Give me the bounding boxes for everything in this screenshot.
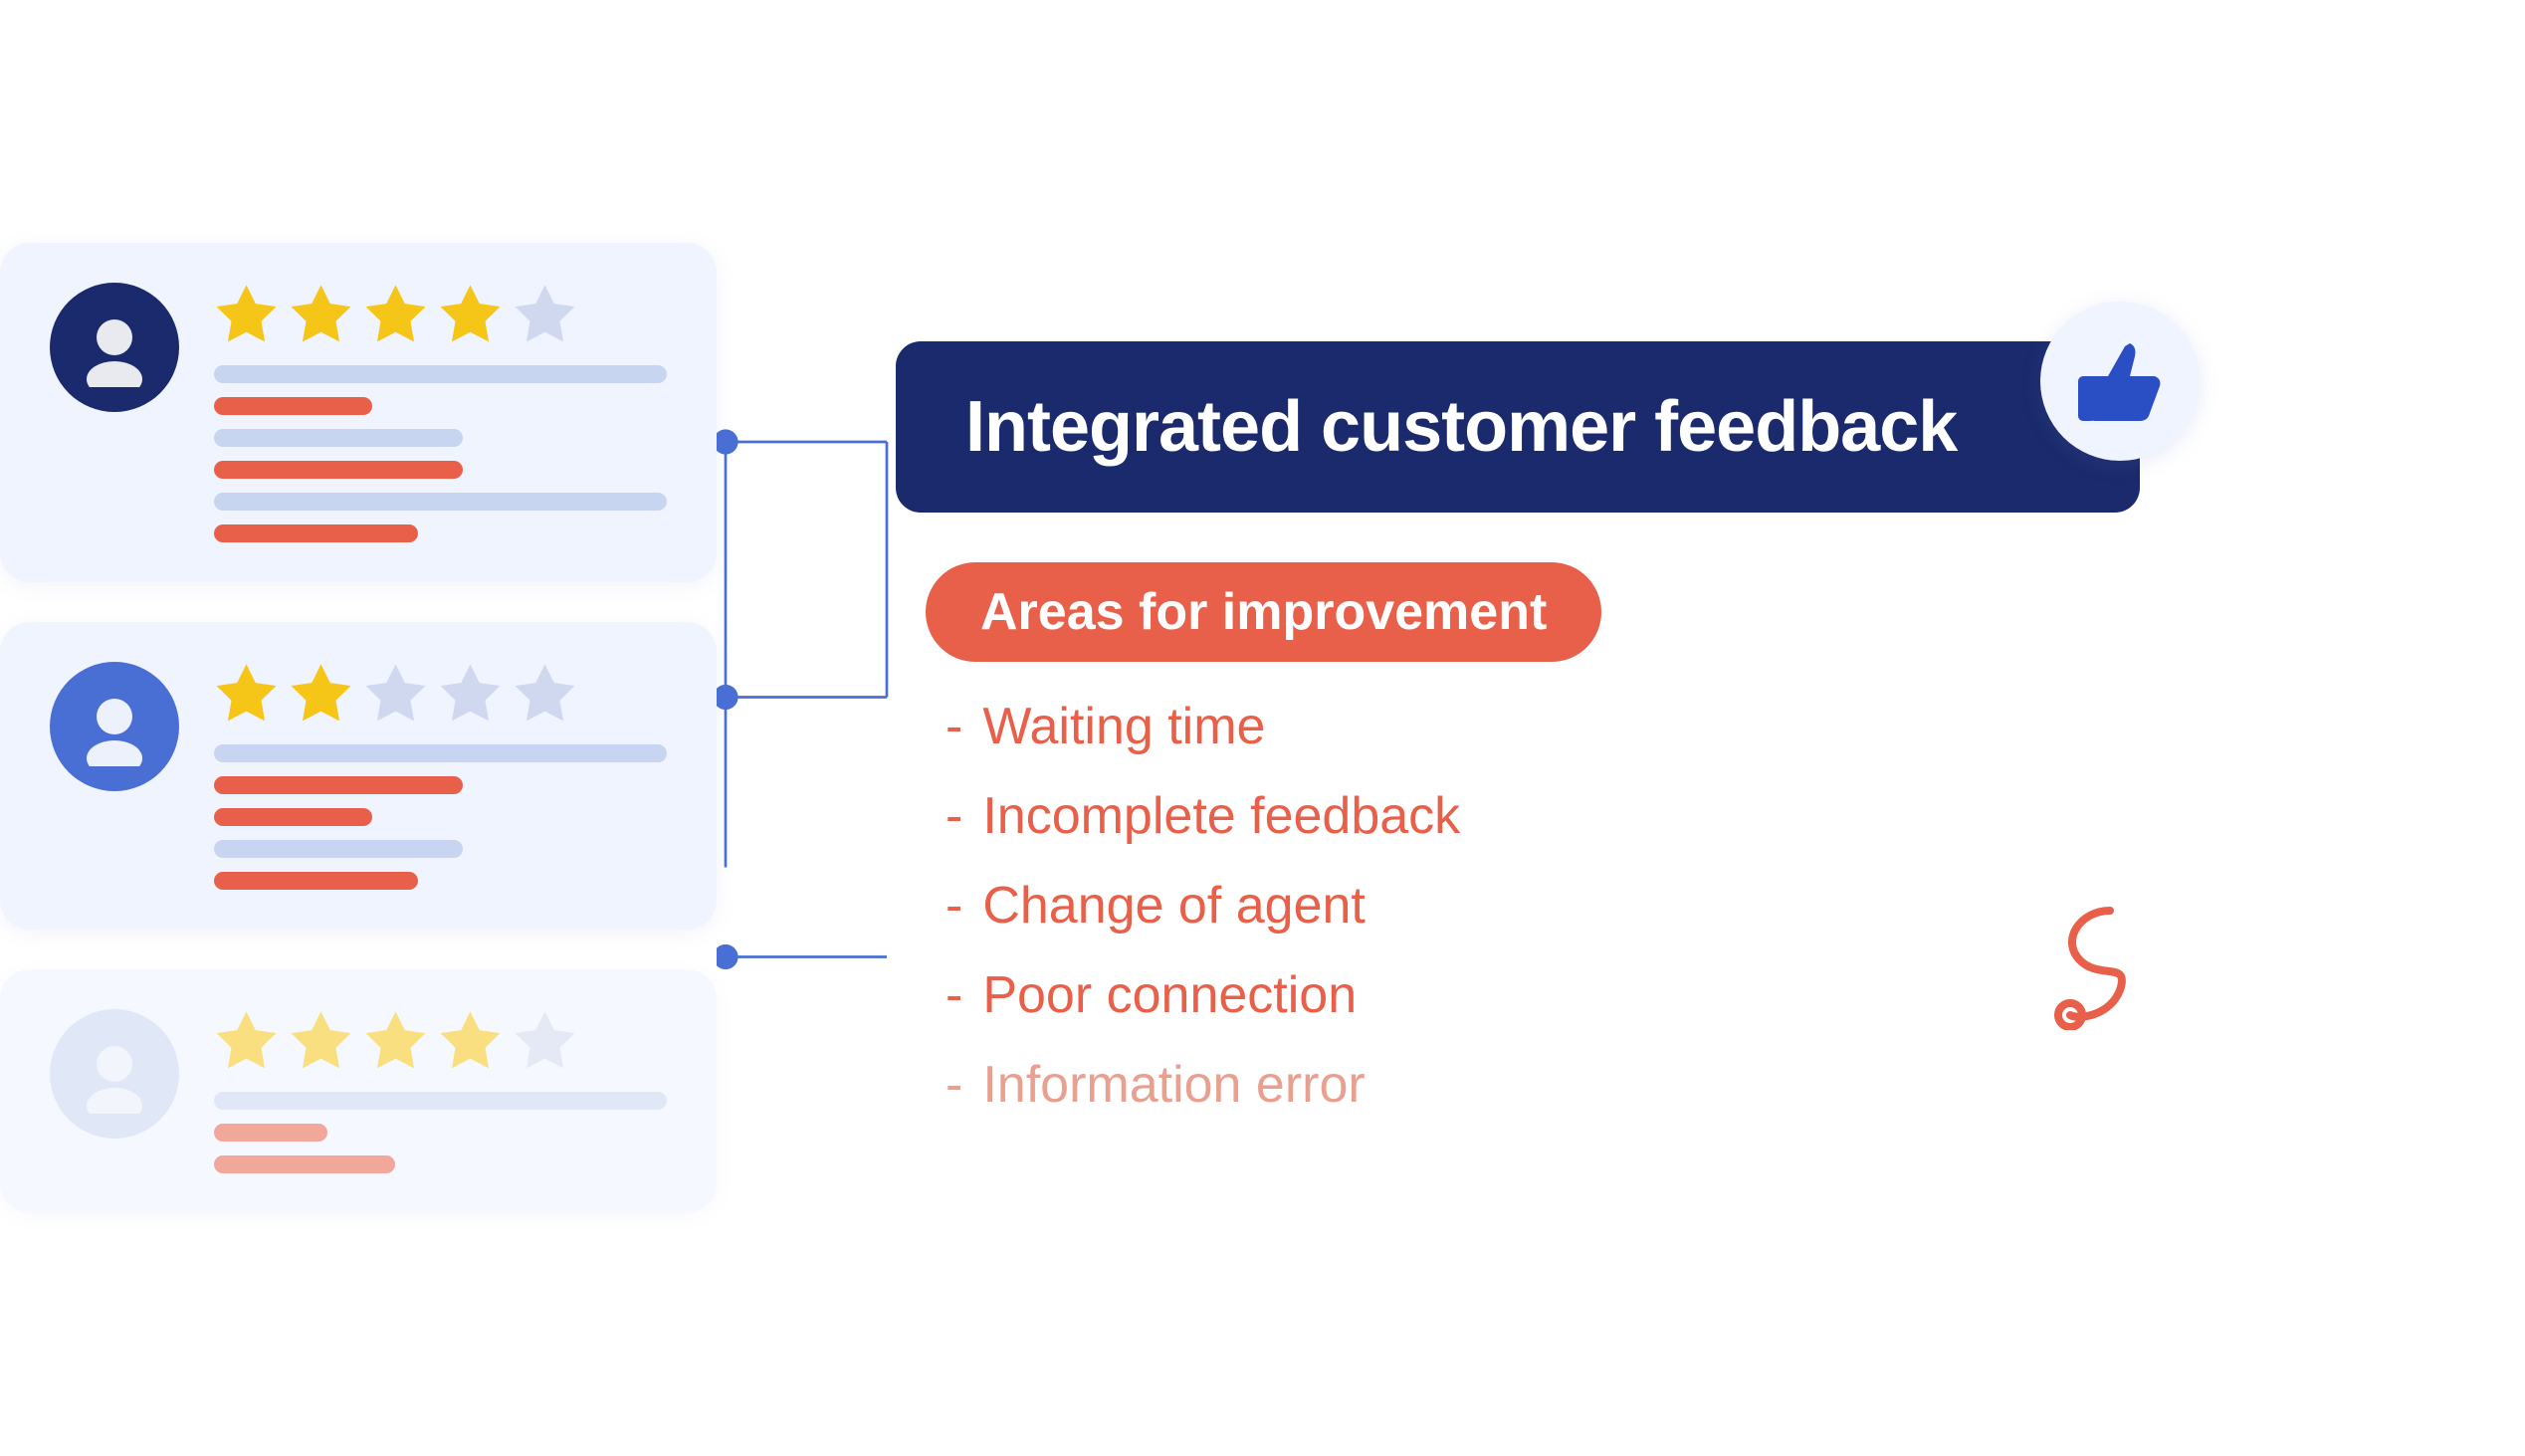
line-accent [214, 1155, 395, 1173]
line-accent [214, 524, 418, 542]
connector-lines [717, 256, 896, 1201]
avatar-2 [50, 662, 179, 791]
line [214, 493, 667, 511]
feedback-cards-section [0, 243, 717, 1213]
improvement-item-waiting-time: - Waiting time [946, 697, 2140, 756]
improvement-text-waiting-time: Waiting time [982, 697, 1265, 756]
avatar-3 [50, 1009, 179, 1139]
line [214, 840, 463, 858]
line-accent [214, 461, 463, 479]
improvement-list: - Waiting time - Incomplete feedback - C… [926, 697, 2140, 1115]
card-1-stars [214, 283, 667, 347]
line-accent [214, 776, 463, 794]
line-accent [214, 1124, 327, 1142]
improvement-item-information-error: - Information error [946, 1055, 2140, 1115]
header-banner: Integrated customer feedback [896, 341, 2140, 513]
line-accent [214, 872, 418, 890]
squiggle-decoration [2050, 901, 2170, 1035]
line-accent [214, 808, 372, 826]
thumbs-up-bubble [2040, 302, 2200, 461]
card-3-content [214, 1009, 667, 1173]
improvement-section: Areas for improvement - Waiting time - I… [896, 562, 2140, 1115]
card-2-stars [214, 662, 667, 727]
improvement-item-change-of-agent: - Change of agent [946, 876, 2140, 936]
improvement-text-incomplete-feedback: Incomplete feedback [982, 786, 1460, 846]
card-1-lines [214, 365, 667, 542]
right-panel: Integrated customer feedback Areas for i… [896, 341, 2140, 1115]
improvement-badge-text: Areas for improvement [980, 582, 1547, 642]
line [214, 429, 463, 447]
line [214, 744, 667, 762]
feedback-card-3 [0, 969, 717, 1213]
card-3-stars [214, 1009, 667, 1074]
improvement-badge: Areas for improvement [926, 562, 1601, 662]
feedback-card-1 [0, 243, 717, 582]
line-accent [214, 397, 372, 415]
card-1-content [214, 283, 667, 542]
card-3-lines [214, 1092, 667, 1173]
dash: - [946, 786, 962, 846]
improvement-item-poor-connection: - Poor connection [946, 965, 2140, 1025]
improvement-item-incomplete-feedback: - Incomplete feedback [946, 786, 2140, 846]
page-title: Integrated customer feedback [965, 387, 1957, 467]
dash: - [946, 965, 962, 1025]
card-2-content [214, 662, 667, 890]
line [214, 1092, 667, 1110]
thumbs-up-icon [2070, 331, 2170, 431]
line [214, 365, 667, 383]
feedback-card-2 [0, 622, 717, 930]
dash: - [946, 697, 962, 756]
dash: - [946, 876, 962, 936]
card-2-lines [214, 744, 667, 890]
improvement-text-poor-connection: Poor connection [982, 965, 1357, 1025]
dash: - [946, 1055, 962, 1115]
avatar-1 [50, 283, 179, 412]
improvement-text-change-of-agent: Change of agent [982, 876, 1366, 936]
improvement-text-information-error: Information error [982, 1055, 1365, 1115]
